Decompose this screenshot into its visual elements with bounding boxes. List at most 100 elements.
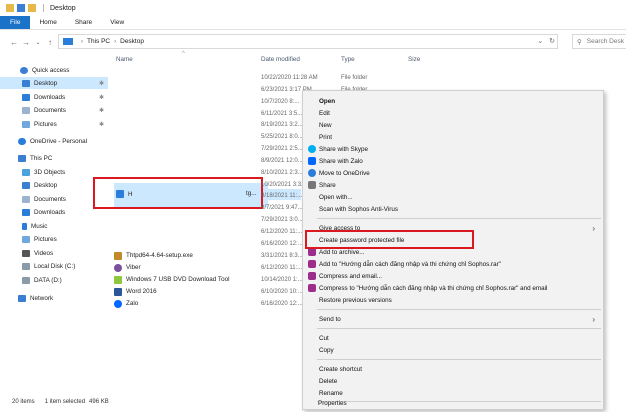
tab-file[interactable]: File (0, 16, 31, 29)
menu-item-restore-versions[interactable]: Restore previous versions (303, 294, 603, 306)
menu-separator (317, 218, 601, 219)
date-cell: 6/12/2020 11:... (261, 228, 303, 235)
sidebar-item-label: Documents (34, 106, 66, 114)
back-arrow-icon[interactable]: ← (8, 38, 20, 47)
sidebar-item-label: This PC (30, 154, 53, 162)
sidebar-item-videos[interactable]: Videos (0, 247, 108, 259)
breadcrumb-chevron-icon[interactable]: › (81, 39, 83, 45)
viber-icon (114, 263, 122, 272)
sidebar-item-pictures[interactable]: Pictures ✱ (0, 118, 108, 130)
pin-icon[interactable]: ✱ (99, 121, 104, 128)
up-arrow-icon[interactable]: ↑ (44, 38, 56, 47)
date-cell: 6/16/2020 12:... (261, 240, 303, 247)
file-row[interactable]: Zalo (114, 298, 138, 309)
pin-icon[interactable]: ✱ (99, 107, 104, 114)
file-row[interactable]: Viber (114, 262, 141, 273)
sidebar-quick-access[interactable]: Quick access (0, 64, 108, 76)
sidebar-item-data-drive[interactable]: DATA (D:) (0, 274, 108, 286)
breadcrumb-chevron-icon[interactable]: › (114, 39, 116, 45)
menu-item-share-skype[interactable]: Share with Skype (303, 143, 603, 155)
selection-size: 496 KB (89, 399, 109, 405)
menu-item-label: Edit (319, 109, 330, 117)
address-bar[interactable]: › This PC › Desktop ⌄ ↻ (58, 34, 558, 49)
sidebar-item-documents[interactable]: Documents ✱ (0, 104, 108, 116)
sidebar-item-downloads[interactable]: Downloads ✱ (0, 91, 108, 103)
video-icon (22, 249, 30, 257)
sidebar-item-downloads-pc[interactable]: Downloads (0, 206, 108, 218)
menu-item-print[interactable]: Print (303, 131, 603, 143)
sidebar-item-desktop-pc[interactable]: Desktop (0, 179, 108, 191)
menu-item-open[interactable]: Open (303, 95, 603, 107)
menu-item-copy[interactable]: Copy (303, 344, 603, 356)
menu-item-compress-email[interactable]: Compress and email... (303, 270, 603, 282)
file-row[interactable]: Word 2016 (114, 286, 157, 297)
menu-item-new[interactable]: New (303, 119, 603, 131)
menu-item-properties[interactable]: Properties (302, 397, 602, 409)
menu-item-send-to[interactable]: Send to › (303, 313, 603, 325)
menu-item-label: Add to archive... (319, 248, 365, 256)
menu-item-delete[interactable]: Delete (303, 375, 603, 387)
selected-file[interactable]: H (116, 190, 133, 198)
date-cell: 6/10/2020 10:... (261, 288, 303, 295)
sidebar-item-network[interactable]: Network (0, 292, 108, 304)
search-input[interactable]: ⚲ Search Desk (572, 34, 626, 49)
column-header-type[interactable]: Type (341, 56, 355, 63)
menu-item-open-with[interactable]: Open with... (303, 191, 603, 203)
menu-item-add-to-rar[interactable]: Add to "Hướng dẫn cách đăng nhập và thi … (303, 258, 603, 270)
sidebar-item-this-pc[interactable]: This PC (0, 152, 108, 164)
folder-icon (6, 4, 14, 12)
sidebar-item-music[interactable]: Music (0, 220, 108, 232)
menu-item-move-onedrive[interactable]: Move to OneDrive (303, 167, 603, 179)
date-cell: 6/16/2020 12:... (261, 300, 303, 307)
menu-item-label: Copy (319, 346, 334, 354)
address-row: ← → ⌄ ↑ › This PC › Desktop ⌄ ↻ ⚲ Search… (0, 33, 626, 51)
column-header-size[interactable]: Size (408, 56, 420, 63)
winrar-icon (308, 248, 316, 256)
menu-item-scan-sophos[interactable]: Scan with Sophos Anti-Virus (303, 203, 603, 215)
date-cell: 10/14/2020 1:... (261, 276, 303, 283)
menu-item-share[interactable]: Share (303, 179, 603, 191)
sidebar-item-desktop[interactable]: Desktop ✱ (0, 77, 108, 89)
sidebar-item-pictures-pc[interactable]: Pictures (0, 233, 108, 245)
window-title: Desktop (50, 4, 76, 12)
date-cell: 10/22/2020 11:28 AM (261, 74, 318, 81)
breadcrumb-this-pc[interactable]: This PC (87, 38, 110, 45)
column-header-date[interactable]: Date modified (261, 56, 300, 63)
refresh-icon[interactable]: ⌄ ↻ (537, 37, 555, 45)
menu-item-cut[interactable]: Cut (303, 332, 603, 344)
menu-item-compress-rar-email[interactable]: Compress to "Hướng dẫn cách đăng nhập và… (303, 282, 603, 294)
date-cell: 8/9/2021 12:0... (261, 157, 303, 164)
submenu-arrow-icon: › (592, 223, 595, 233)
star-icon (20, 66, 28, 74)
breadcrumb-desktop[interactable]: Desktop (120, 38, 144, 45)
tab-share[interactable]: Share (66, 16, 101, 29)
sidebar-item-onedrive[interactable]: OneDrive - Personal (0, 135, 108, 147)
column-header-name[interactable]: Name (116, 56, 133, 63)
date-cell: 5/25/2021 8:0... (261, 133, 303, 140)
sidebar-item-documents-pc[interactable]: Documents (0, 193, 108, 205)
item-count: 20 items (12, 399, 35, 405)
recent-chevron-icon[interactable]: ⌄ (32, 39, 44, 46)
file-row[interactable]: Thtpd64-4.64-setup.exe (114, 250, 193, 261)
share-icon (308, 181, 316, 189)
pin-icon[interactable]: ✱ (99, 80, 104, 87)
tab-home[interactable]: Home (30, 16, 65, 29)
pin-icon[interactable]: ✱ (99, 94, 104, 101)
sidebar-item-3d-objects[interactable]: 3D Objects (0, 166, 108, 178)
sidebar-item-label: Network (30, 294, 54, 302)
tab-view[interactable]: View (101, 16, 133, 29)
new-folder-icon[interactable] (28, 4, 36, 12)
properties-icon[interactable] (17, 4, 25, 12)
search-icon: ⚲ (577, 38, 582, 46)
sidebar-item-local-disk[interactable]: Local Disk (C:) (0, 260, 108, 272)
usb-tool-icon (114, 275, 122, 284)
menu-item-label: Print (319, 133, 332, 141)
file-row[interactable]: Windows 7 USB DVD Download Tool (114, 274, 229, 285)
menu-item-create-shortcut[interactable]: Create shortcut (303, 363, 603, 375)
menu-item-edit[interactable]: Edit (303, 107, 603, 119)
title-bar: Desktop (0, 0, 626, 16)
pictures-icon (22, 235, 30, 243)
forward-arrow-icon[interactable]: → (20, 38, 32, 47)
menu-item-share-zalo[interactable]: Share with Zalo (303, 155, 603, 167)
zalo-icon (114, 299, 122, 308)
